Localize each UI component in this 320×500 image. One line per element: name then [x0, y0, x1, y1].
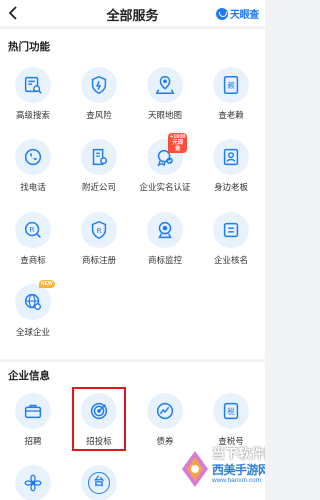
- taiwan-icon: 台: [81, 465, 117, 500]
- service-label: 附近公司: [81, 182, 116, 192]
- svg-text:税: 税: [227, 407, 235, 416]
- nearby-company-icon: [81, 139, 117, 175]
- tax-icon: 税: [213, 393, 249, 429]
- tianyancha-logo-icon: [215, 7, 228, 20]
- service-name-check[interactable]: 企业核名: [198, 212, 264, 266]
- phone-icon: [15, 139, 51, 175]
- top-nav-bar: 全部服务 天眼查: [0, 0, 265, 26]
- service-phone[interactable]: 找电话: [0, 139, 66, 193]
- hot-features-section: 热门功能 高级搜索 查风险 天眼地图 赖 查老赖 找电话 附近公司 +1000 …: [0, 29, 265, 359]
- watermark-logo-icon: [182, 451, 208, 487]
- service-label: 查老赖: [218, 110, 244, 120]
- watermark: 当下软件园 西美手游网 www.hanxm.com: [176, 441, 265, 500]
- trademark-register-icon: R: [81, 212, 117, 248]
- briefcase-icon: [15, 393, 51, 429]
- service-map[interactable]: 天眼地图: [132, 67, 198, 121]
- service-trademark-register[interactable]: R 商标注册: [66, 212, 132, 266]
- service-label: 查风险: [86, 110, 112, 120]
- svg-text:赖: 赖: [227, 81, 235, 90]
- service-label: 商标监控: [147, 255, 182, 265]
- service-trademark-monitor[interactable]: 商标监控: [132, 212, 198, 266]
- defaulter-icon: 赖: [213, 67, 249, 103]
- service-global[interactable]: NEW 全球企业: [0, 280, 66, 338]
- taiwan-glyph: 台: [88, 472, 110, 494]
- service-label: 全球企业: [15, 327, 50, 337]
- all-services-page: 全部服务 天眼查 热门功能 高级搜索 查风险 天眼地图 赖 查老赖 找电话 附近…: [0, 0, 265, 500]
- service-bond[interactable]: 债券: [132, 393, 198, 447]
- certification-icon: +1000 元现金: [147, 133, 188, 175]
- flower-icon: [15, 465, 51, 500]
- watermark-line1: 当下软件园: [212, 446, 265, 461]
- name-check-icon: [213, 212, 249, 248]
- service-trademark[interactable]: R 查商标: [0, 212, 66, 266]
- service-label: 高级搜索: [15, 110, 50, 120]
- service-taiwan[interactable]: 台: [66, 465, 132, 500]
- brand-logo[interactable]: 天眼查: [215, 6, 259, 21]
- svg-text:R: R: [30, 225, 35, 234]
- watermark-line2: 西美手游网: [212, 463, 265, 477]
- service-boss[interactable]: 身边老板: [198, 139, 264, 193]
- trademark-icon: R: [15, 212, 51, 248]
- cash-badge: +1000 元现金: [168, 133, 188, 153]
- service-label: 商标注册: [81, 255, 116, 265]
- service-advanced-search[interactable]: 高级搜索: [0, 67, 66, 121]
- trademark-monitor-icon: [147, 212, 183, 248]
- bond-icon: [147, 393, 183, 429]
- service-label: 身边老板: [213, 182, 248, 192]
- service-label: 找电话: [20, 182, 46, 192]
- service-flower[interactable]: [0, 465, 66, 500]
- global-icon: NEW: [15, 280, 55, 320]
- service-label: 查商标: [20, 255, 46, 265]
- service-nearby-company[interactable]: 附近公司: [66, 139, 132, 193]
- section-title-enterprise: 企业信息: [8, 370, 50, 382]
- map-icon: [147, 67, 183, 103]
- svg-text:R: R: [96, 226, 101, 235]
- service-label: 企业实名认证: [139, 182, 191, 192]
- service-label: 招聘: [24, 436, 42, 446]
- service-label: 企业核名: [213, 255, 248, 265]
- highlight-box: [72, 387, 126, 451]
- boss-icon: [213, 139, 249, 175]
- risk-icon: [81, 67, 117, 103]
- service-tax[interactable]: 税 查税号: [198, 393, 264, 447]
- section-title-hot: 热门功能: [8, 41, 50, 53]
- service-label: 天眼地图: [147, 110, 182, 120]
- service-certification[interactable]: +1000 元现金 企业实名认证: [132, 133, 198, 193]
- service-recruitment[interactable]: 招聘: [0, 393, 66, 447]
- brand-name: 天眼查: [229, 10, 259, 21]
- new-badge: NEW: [39, 280, 55, 288]
- advanced-search-icon: [15, 67, 51, 103]
- service-risk[interactable]: 查风险: [66, 67, 132, 121]
- watermark-line3: www.hanxm.com: [212, 477, 262, 484]
- service-defaulter[interactable]: 赖 查老赖: [198, 67, 264, 121]
